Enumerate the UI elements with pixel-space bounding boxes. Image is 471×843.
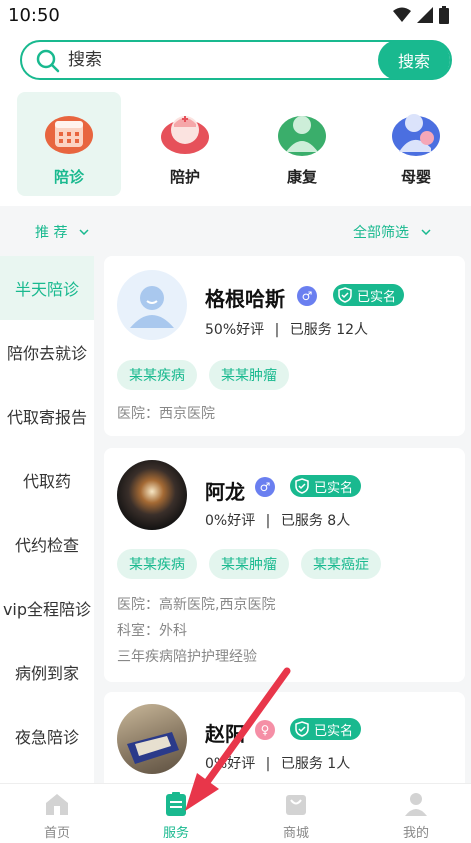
sidebar-item-report[interactable]: 代取寄报告 [0,384,94,448]
mother-baby-icon [392,114,440,156]
tab-profile[interactable]: 我的 [376,790,456,841]
rehab-person-icon [278,116,326,156]
provider-card[interactable]: 阿龙 ♂ 已实名 0%好评 | 已服务 8人 某某疾病 某某肿瘤 某某癌症 医院… [104,448,465,682]
sidebar-item-vip[interactable]: vip全程陪诊 [0,576,94,640]
specialty-tag: 某某肿瘤 [209,549,289,579]
bottom-tab-bar: 首页 服务 商城 我的 [0,783,471,843]
sort-filter-label: 推 荐 [35,225,68,241]
search-box: 搜索 [20,40,452,80]
shopping-bag-icon [286,795,306,815]
category-label: 陪诊 [53,168,84,186]
verified-label: 已实名 [314,480,354,496]
avatar-photo [127,732,179,764]
avatar [117,270,187,340]
rating: 0%好评 [205,513,256,529]
specialty-tag: 某某疾病 [117,360,197,390]
provider-card[interactable]: 格根哈斯 ♂ 已实名 50%好评 | 已服务 12人 某某疾病 某某肿瘤 医院：… [104,256,465,436]
specialty-tag: 某某肿瘤 [209,360,289,390]
provider-name: 格根哈斯 [205,287,285,311]
verified-badge: 已实名 [290,718,362,740]
provider-stats: 0%好评 | 已服务 1人 [205,753,350,773]
served-count: 已服务 12人 [289,322,369,338]
status-bar: 10:50 [0,0,471,30]
sort-filter[interactable]: 推 荐 [35,222,89,242]
calendar-icon [45,116,93,154]
specialty-tag: 某某疾病 [117,549,197,579]
shield-check-icon [295,478,309,494]
tab-label: 首页 [43,826,70,841]
male-gender-icon: ♂ [297,286,317,306]
tab-label: 服务 [162,826,189,841]
hospital-info: 医院：西京医院 [117,406,215,422]
tab-service[interactable]: 服务 [136,790,216,841]
rating: 50%好评 [205,322,265,338]
search-button[interactable]: 搜索 [378,40,450,80]
provider-stats: 0%好评 | 已服务 8人 [205,510,350,530]
hospital-info: 医院：高新医院,西京医院 [117,597,276,613]
category-row: 陪诊 陪护 康复 母婴 [0,88,471,206]
all-filter-label: 全部筛选 [353,225,409,241]
tab-home[interactable]: 首页 [17,790,97,841]
experience-info: 三年疾病陪护护理经验 [117,649,257,665]
tab-label: 商城 [282,826,309,841]
tab-shop[interactable]: 商城 [256,790,336,841]
male-gender-icon: ♂ [255,477,275,497]
shield-check-icon [295,721,309,737]
category-label: 陪护 [169,168,200,186]
nurse-icon [161,116,209,154]
tab-label: 我的 [402,826,429,841]
female-gender-icon: ♀ [255,720,275,740]
stats-separator: | [265,756,271,772]
wifi-icon [393,7,411,22]
filter-bar: 推 荐 全部筛选 [0,206,471,256]
sidebar-item-exam[interactable]: 代约检查 [0,512,94,576]
status-icons [393,6,449,24]
provider-stats: 50%好评 | 已服务 12人 [205,319,368,339]
all-filter[interactable]: 全部筛选 [353,222,431,242]
profile-icon [405,793,427,816]
verified-badge: 已实名 [290,475,362,497]
category-rehab[interactable]: 康复 [250,92,354,196]
search-icon [36,49,60,73]
shield-check-icon [338,287,352,303]
battery-icon [439,6,449,24]
sidebar-item-half-day[interactable]: 半天陪诊 [0,256,94,320]
service-sidebar: 半天陪诊 陪你去就诊 代取寄报告 代取药 代约检查 vip全程陪诊 病例到家 夜… [0,256,94,783]
verified-label: 已实名 [314,723,354,739]
sidebar-item-go-clinic[interactable]: 陪你去就诊 [0,320,94,384]
search-bar: 搜索 [0,30,471,88]
category-label: 母婴 [400,168,431,186]
home-icon [46,794,68,815]
provider-card[interactable]: 赵阳 ♀ 已实名 0%好评 | 已服务 1人 [104,692,465,783]
avatar [117,460,187,530]
category-label: 康复 [286,168,317,186]
verified-label: 已实名 [357,289,397,305]
rating: 0%好评 [205,756,256,772]
avatar [117,704,187,774]
signal-icon [417,7,433,23]
verified-badge: 已实名 [333,284,405,306]
default-avatar-icon [130,286,174,328]
sidebar-item-records[interactable]: 病例到家 [0,640,94,704]
category-maternal[interactable]: 母婴 [364,92,468,196]
served-count: 已服务 1人 [280,756,351,772]
category-nursing[interactable]: 陪护 [133,92,237,196]
provider-list: 格根哈斯 ♂ 已实名 50%好评 | 已服务 12人 某某疾病 某某肿瘤 医院：… [104,256,466,783]
category-accompany[interactable]: 陪诊 [17,92,121,196]
chevron-down-icon [79,229,89,235]
served-count: 已服务 8人 [280,513,351,529]
stats-separator: | [274,322,280,338]
provider-name: 阿龙 [205,480,245,504]
stats-separator: | [265,513,271,529]
sidebar-item-night[interactable]: 夜急陪诊 [0,704,94,768]
department-info: 科室：外科 [117,623,187,639]
sidebar-item-medicine[interactable]: 代取药 [0,448,94,512]
status-time: 10:50 [8,5,60,26]
service-clipboard-icon [166,792,186,816]
search-input[interactable] [68,48,368,72]
chevron-down-icon [421,229,431,235]
provider-name: 赵阳 [205,722,245,746]
specialty-tag: 某某癌症 [301,549,381,579]
